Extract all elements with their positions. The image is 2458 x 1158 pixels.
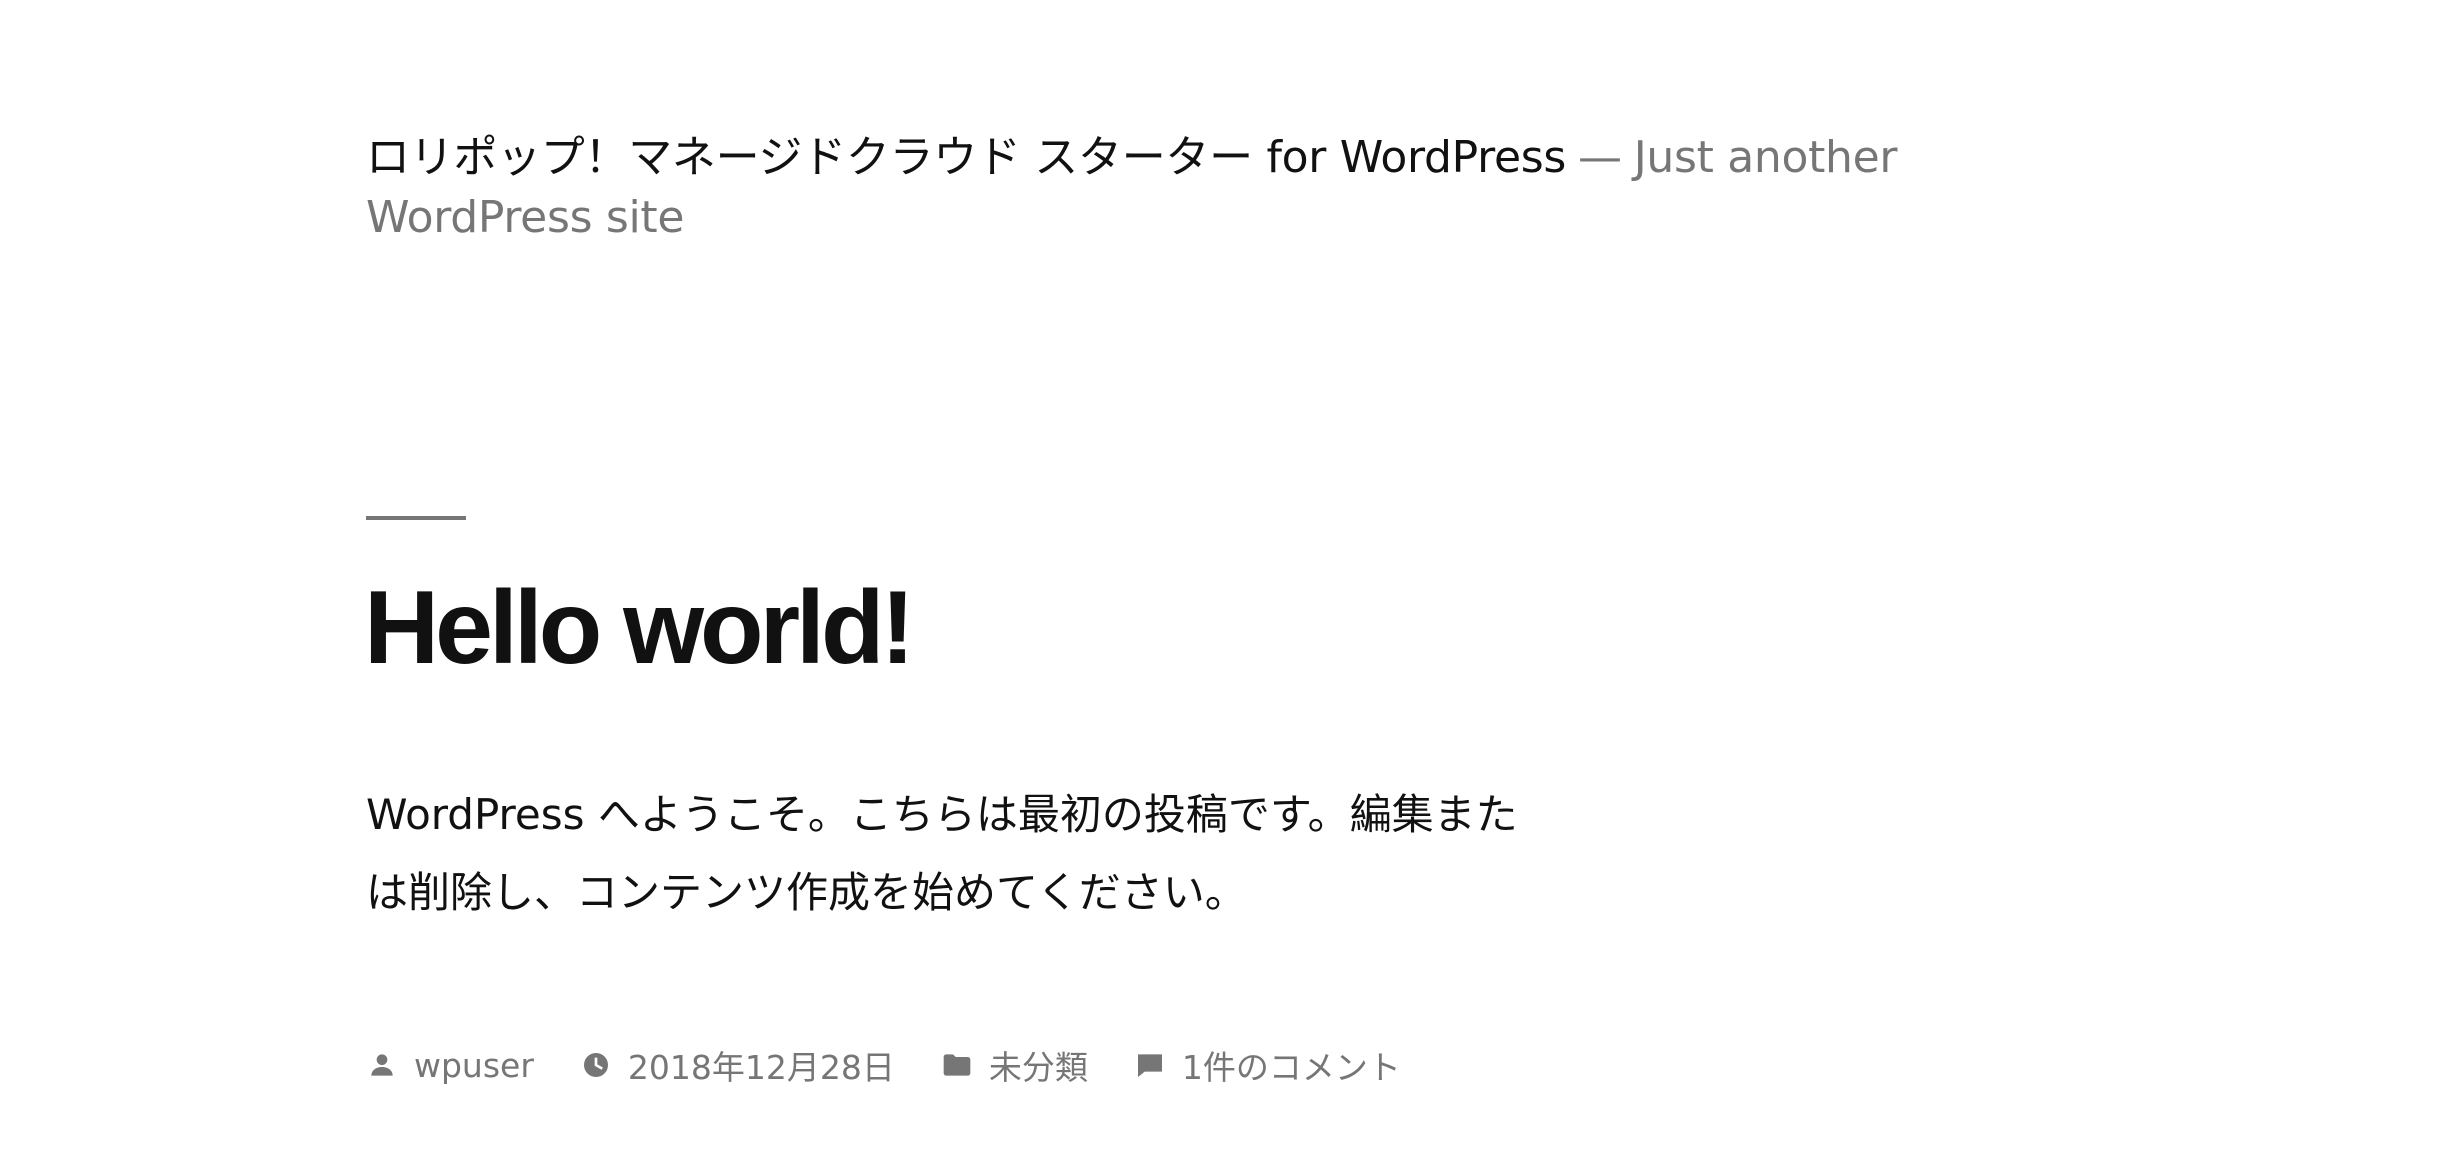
post-category: 未分類 bbox=[941, 1041, 1088, 1089]
category-link[interactable]: 未分類 bbox=[989, 1041, 1088, 1089]
post-title: Hello world! bbox=[364, 570, 915, 686]
title-separator: — bbox=[1577, 132, 1622, 183]
comments-link[interactable]: 1件のコメント bbox=[1182, 1041, 1401, 1089]
post-author: wpuser bbox=[366, 1046, 534, 1085]
clock-icon bbox=[580, 1049, 612, 1081]
post-content: WordPress へようこそ。こちらは最初の投稿です。編集または削除し、コンテ… bbox=[366, 790, 1518, 917]
title-divider bbox=[366, 516, 466, 520]
date-link[interactable]: 2018年12月28日 bbox=[628, 1041, 895, 1089]
site-title-link[interactable]: ロリポップ！マネージドクラウド スターター for WordPress bbox=[366, 132, 1566, 183]
author-link[interactable]: wpuser bbox=[414, 1046, 534, 1085]
post-meta: wpuser 2018年12月28日 未分類 1件のコメント bbox=[366, 1040, 1447, 1090]
page: ロリポップ！マネージドクラウド スターター for WordPress — Just… bbox=[0, 0, 2458, 1158]
site-branding: ロリポップ！マネージドクラウド スターター for WordPress — Just… bbox=[366, 128, 2046, 248]
person-icon bbox=[366, 1049, 398, 1081]
post-comments: 1件のコメント bbox=[1134, 1041, 1401, 1089]
comment-icon bbox=[1134, 1049, 1166, 1081]
site-header: ロリポップ！マネージドクラウド スターター for WordPress — Just… bbox=[366, 128, 2046, 248]
post-date: 2018年12月28日 bbox=[580, 1041, 895, 1089]
folder-icon bbox=[941, 1049, 973, 1081]
